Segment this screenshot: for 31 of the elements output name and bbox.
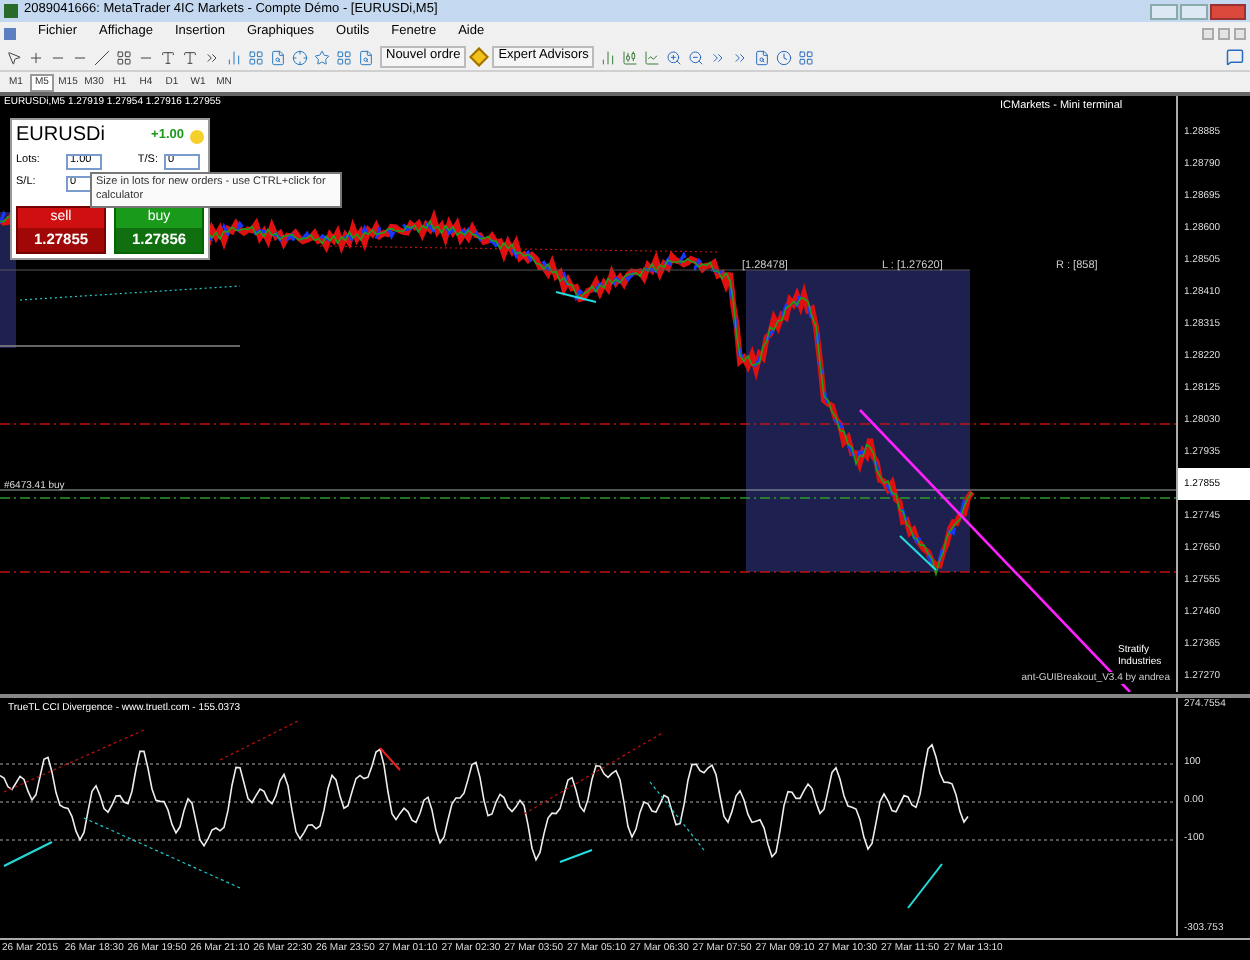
chat-icon[interactable] [1226, 48, 1244, 66]
divergence-line [555, 291, 597, 303]
minimize-button[interactable] [1150, 3, 1178, 19]
symbol-label: EURUSDi [16, 126, 105, 146]
bar-chart-icon[interactable] [600, 49, 617, 65]
star-icon[interactable] [314, 49, 330, 65]
sun-icon [190, 129, 204, 143]
divergence-line [907, 863, 943, 909]
zoom-out-icon[interactable] [688, 49, 705, 65]
arrows-icon[interactable] [204, 49, 220, 65]
crosshair-icon[interactable] [28, 49, 44, 65]
document-search-icon[interactable] [358, 49, 374, 65]
zoom-in-icon[interactable] [666, 49, 683, 65]
divergence-line [219, 719, 301, 761]
line-chart-icon[interactable] [644, 49, 661, 65]
target-icon[interactable] [292, 49, 308, 65]
text-icon[interactable] [160, 49, 176, 65]
divergence-line [3, 729, 145, 793]
app-icon [4, 4, 18, 18]
grid-icon[interactable] [116, 49, 132, 65]
clock-icon[interactable] [776, 49, 793, 65]
document-icon [4, 27, 16, 39]
pointer-icon[interactable] [6, 49, 22, 65]
close-button[interactable] [1210, 3, 1246, 19]
divergence-line [379, 747, 401, 771]
divergence-line [3, 841, 53, 867]
divergence-line [559, 849, 593, 863]
maximize-button[interactable] [1180, 3, 1208, 19]
trendline-icon[interactable] [94, 49, 110, 65]
divergence-line [899, 535, 937, 571]
candlestick-icon[interactable] [622, 49, 639, 65]
